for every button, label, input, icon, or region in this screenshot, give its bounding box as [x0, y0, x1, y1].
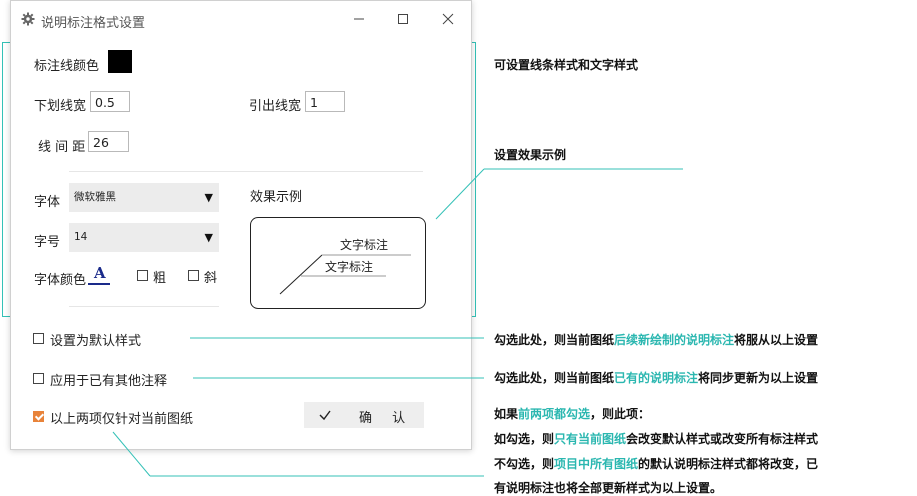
annotation-text: 如勾选，则: [494, 432, 555, 446]
annotation-apply-existing: 勾选此处，则当前图纸已有的说明标注将同步更新为以上设置: [494, 369, 818, 386]
annotation-highlight: 前两项都勾选: [518, 407, 591, 421]
annotation-highlight: 已有的说明标注: [614, 371, 699, 385]
annotation-text: 勾选此处，则当前图纸: [494, 371, 615, 385]
annotation-text: 将同步更新为以上设置: [698, 371, 819, 385]
annotation-text: 如果: [494, 407, 519, 421]
annotation-text: 勾选此处，则当前图纸: [494, 333, 615, 347]
annotation-preview: 设置效果示例: [494, 148, 567, 162]
annotation-current-drawing-l3: 不勾选，则项目中所有图纸的默认说明标注样式都将改变，已: [494, 455, 818, 472]
annotation-current-drawing-l4: 有说明标注也将全部更新样式为以上设置。: [494, 481, 723, 495]
annotation-current-drawing-l1: 如果前两项都勾选，则此项：: [494, 405, 650, 422]
annotation-highlight: 后续新绘制的说明标注: [614, 333, 735, 347]
annotation-text: 不勾选，则: [494, 457, 555, 471]
annotation-leaders: [112, 168, 683, 477]
annotation-text: 将服从以上设置: [734, 333, 819, 347]
annotation-highlight: 只有当前图纸: [554, 432, 627, 446]
annotation-highlight: 项目中所有图纸: [554, 457, 639, 471]
annotation-text: 的默认说明标注样式都将改变，已: [638, 457, 819, 471]
annotation-text: 会改变默认样式或改变所有标注样式: [626, 432, 819, 446]
annotation-text: ，则此项：: [590, 407, 651, 421]
annotation-style: 可设置线条样式和文字样式: [494, 58, 639, 72]
annotation-current-drawing-l2: 如勾选，则只有当前图纸会改变默认样式或改变所有标注样式: [494, 430, 818, 447]
annotation-default-style: 勾选此处，则当前图纸后续新绘制的说明标注将服从以上设置: [494, 331, 818, 348]
